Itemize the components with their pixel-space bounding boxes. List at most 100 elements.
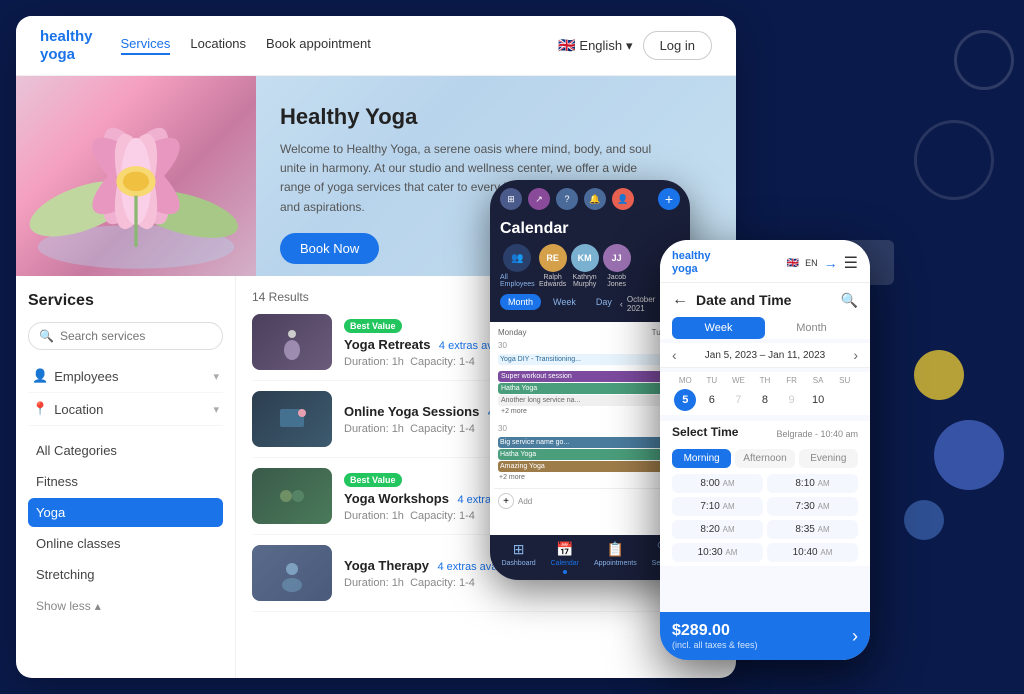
afternoon-tab[interactable]: Afternoon: [735, 449, 794, 468]
language-selector[interactable]: 🇬🇧 English ▾: [558, 37, 633, 54]
all-employees-item[interactable]: 👥 AllEmployees: [500, 244, 535, 288]
category-online[interactable]: Online classes: [28, 529, 223, 558]
nav-link-services[interactable]: Services: [121, 36, 171, 55]
prev-month-arrow[interactable]: ‹: [620, 299, 623, 309]
morning-tab[interactable]: Morning: [672, 449, 731, 468]
active-indicator: [563, 570, 567, 574]
timezone-label: Belgrade - 10:40 am: [776, 429, 858, 439]
search-box[interactable]: 🔍: [28, 322, 223, 350]
th-label: TH: [752, 376, 779, 385]
nav-dashboard[interactable]: ⊞ Dashboard: [501, 541, 535, 574]
su-label: SU: [831, 376, 858, 385]
search-icon[interactable]: 🔍: [841, 292, 858, 309]
week-tab[interactable]: Week: [545, 294, 584, 310]
day-tab[interactable]: Day: [588, 294, 620, 310]
month-button[interactable]: Month: [765, 317, 858, 339]
location-filter[interactable]: 📍 Location ▾: [28, 393, 223, 426]
chevron-down-icon: ▾: [213, 403, 219, 416]
day-10[interactable]: 10: [807, 389, 829, 411]
phone1-user-icon[interactable]: 👤: [612, 188, 634, 210]
menu-icon[interactable]: ☰: [844, 253, 858, 273]
view-tabs: Month Week Day: [500, 294, 620, 310]
phone2-footer: $289.00 (incl. all taxes & fees) ›: [660, 612, 870, 660]
phone1-help-icon[interactable]: ?: [556, 188, 578, 210]
phone1-add-button[interactable]: +: [658, 188, 680, 210]
day-headers: Monday Tuesday: [494, 326, 686, 339]
deco-circle-3: [914, 350, 964, 400]
employees-filter[interactable]: 👤 Employees ▾: [28, 360, 223, 393]
flag-icon: 🇬🇧: [558, 37, 575, 54]
day-8[interactable]: 8: [754, 389, 776, 411]
category-yoga[interactable]: Yoga: [28, 498, 223, 527]
show-less-button[interactable]: Show less ▴: [28, 595, 223, 617]
day-6[interactable]: 6: [701, 389, 723, 411]
nav-calendar[interactable]: 📅 Calendar: [551, 541, 579, 574]
avatar-name-ralph: RalphEdwards: [539, 274, 566, 288]
phone1-share-icon[interactable]: ↗: [528, 188, 550, 210]
month-tab[interactable]: Month: [500, 294, 541, 310]
category-fitness[interactable]: Fitness: [28, 467, 223, 496]
calendar-title: Calendar: [500, 220, 680, 238]
time-slot-710[interactable]: 7:10 AM: [672, 497, 763, 516]
category-all[interactable]: All Categories: [28, 436, 223, 465]
avatar-ralph[interactable]: RE RalphEdwards: [539, 244, 567, 288]
day-9[interactable]: 9: [781, 389, 803, 411]
avatar-kathryn[interactable]: KM KathrynMurphy: [571, 244, 599, 288]
login-button[interactable]: Log in: [643, 31, 712, 60]
nav-right: 🇬🇧 English ▾ Log in: [558, 31, 712, 60]
day-labels-row: MO TU WE TH FR SA SU: [672, 376, 858, 385]
calendar-grid: MO TU WE TH FR SA SU 5 6 7 8 9 10: [660, 372, 870, 415]
nav-appointments[interactable]: 📋 Appointments: [594, 541, 637, 574]
sidebar: Services 🔍 👤 Employees ▾ 📍 Location ▾: [16, 276, 236, 678]
select-time-section: Select Time Belgrade - 10:40 am Morning …: [660, 421, 870, 566]
day-7[interactable]: 7: [727, 389, 749, 411]
phone1-grid-icon[interactable]: ⊞: [500, 188, 522, 210]
best-value-badge: Best Value: [344, 319, 402, 333]
price-note: (incl. all taxes & fees): [672, 640, 758, 650]
next-button[interactable]: ›: [852, 626, 858, 647]
time-slot-1040[interactable]: 10:40 AM: [767, 543, 858, 562]
date-time-title: Date and Time: [696, 292, 833, 308]
add-event-button[interactable]: +: [498, 493, 514, 509]
next-week-arrow[interactable]: ›: [853, 347, 858, 363]
time-slot-820[interactable]: 8:20 AM: [672, 520, 763, 539]
avatar-jacob[interactable]: JJ JacobJones: [603, 244, 631, 288]
category-stretching[interactable]: Stretching: [28, 560, 223, 589]
time-slots-grid: 8:00 AM 8:10 AM 7:10 AM 7:30 AM 8:20 AM …: [672, 474, 858, 562]
time-slot-835[interactable]: 8:35 AM: [767, 520, 858, 539]
phone2-datetime: healthy yoga 🇬🇧 EN → ☰ ← Date and Time 🔍…: [660, 240, 870, 660]
services-title: Services: [28, 292, 223, 310]
evening-tab[interactable]: Evening: [799, 449, 858, 468]
nav-link-book[interactable]: Book appointment: [266, 36, 371, 55]
day-5[interactable]: 5: [674, 389, 696, 411]
chevron-down-icon: ▾: [213, 370, 219, 383]
service-name-4: Yoga Therapy: [344, 558, 429, 573]
logo: healthy yoga: [40, 28, 93, 64]
nav-links: Services Locations Book appointment: [121, 36, 558, 55]
avatar-circle-kathryn: KM: [571, 244, 599, 272]
day-11[interactable]: [834, 389, 856, 411]
time-slot-800[interactable]: 8:00 AM: [672, 474, 763, 493]
search-input[interactable]: [60, 329, 212, 343]
phone1-avatars: 👥 AllEmployees RE RalphEdwards KM Kathry…: [500, 244, 680, 288]
nav-link-locations[interactable]: Locations: [190, 36, 246, 55]
avatar-name-jacob: JacobJones: [607, 274, 626, 288]
week-button[interactable]: Week: [672, 317, 765, 339]
time-slot-810[interactable]: 8:10 AM: [767, 474, 858, 493]
book-now-button[interactable]: Book Now: [280, 233, 379, 264]
category-list: All Categories Fitness Yoga Online class…: [28, 436, 223, 589]
time-slot-730[interactable]: 7:30 AM: [767, 497, 858, 516]
phone2-date-time-header: ← Date and Time 🔍: [660, 283, 870, 317]
deco-circle-5: [904, 500, 944, 540]
location-icon: 📍: [32, 401, 48, 417]
time-slot-1030[interactable]: 10:30 AM: [672, 543, 763, 562]
phone2-flag: 🇬🇧: [787, 258, 799, 269]
avatar-circle-jacob: JJ: [603, 244, 631, 272]
phone1-bell-icon[interactable]: 🔔: [584, 188, 606, 210]
days-row: 5 6 7 8 9 10: [672, 389, 858, 411]
service-name-2: Online Yoga Sessions: [344, 404, 479, 419]
avatar-circle-ralph: RE: [539, 244, 567, 272]
add-label: Add: [518, 497, 532, 506]
login-icon[interactable]: →: [824, 255, 838, 271]
back-button[interactable]: ←: [672, 291, 688, 309]
